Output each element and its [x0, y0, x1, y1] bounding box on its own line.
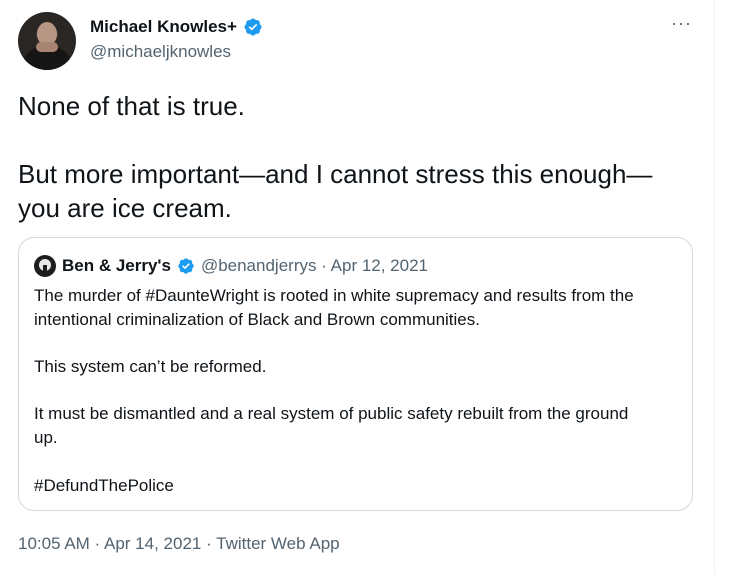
verified-badge-icon	[244, 18, 262, 36]
quoted-tweet[interactable]: Ben & Jerry's @benandjerrys · Apr 12, 20…	[18, 237, 693, 511]
quoted-hashtag[interactable]: #DefundThePolice	[34, 474, 174, 498]
tweet: Michael Knowles+ @michaeljknowles ··· No…	[0, 0, 714, 574]
quoted-text-line: The murder of #DaunteWright is rooted in…	[34, 286, 634, 305]
quoted-text-line: It must be dismantled and a real system …	[34, 404, 629, 423]
tweet-text-line-2: But more important—and I cannot stress t…	[18, 159, 653, 189]
quoted-header: Ben & Jerry's @benandjerrys · Apr 12, 20…	[34, 255, 428, 277]
author-display-name[interactable]: Michael Knowles+	[90, 17, 237, 37]
quoted-handle-date: @benandjerrys · Apr 12, 2021	[200, 256, 428, 275]
column-divider	[714, 0, 715, 574]
quoted-display-name: Ben & Jerry's	[62, 256, 171, 275]
tweet-text-line-3: you are ice cream.	[18, 193, 232, 223]
tweet-timestamp[interactable]: 10:05 AM · Apr 14, 2021 · Twitter Web Ap…	[18, 534, 340, 554]
quoted-text-line: up.	[34, 428, 58, 447]
quoted-avatar	[34, 255, 56, 277]
author-name-row: Michael Knowles+	[90, 17, 263, 37]
tweet-text-line-1: None of that is true.	[18, 91, 245, 121]
quoted-text-line: intentional criminalization of Black and…	[34, 310, 480, 329]
avatar-hand	[36, 42, 58, 52]
more-options-icon[interactable]: ···	[671, 13, 692, 34]
quoted-verified-badge-icon	[178, 258, 194, 274]
quoted-text-line: This system can’t be reformed.	[34, 357, 267, 376]
author-handle[interactable]: @michaeljknowles	[90, 42, 231, 62]
author-avatar[interactable]	[18, 12, 76, 70]
